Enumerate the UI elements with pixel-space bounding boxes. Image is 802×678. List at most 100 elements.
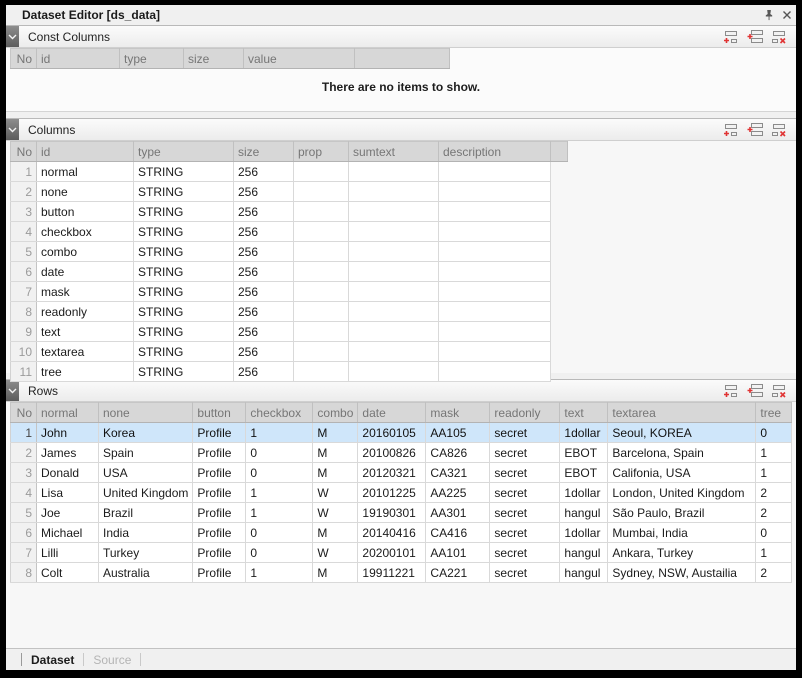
collapse-button[interactable] <box>6 119 19 140</box>
table-row[interactable]: 3DonaldUSAProfile0M20120321CA321secretEB… <box>11 463 792 483</box>
table-cell[interactable]: 1 <box>246 563 313 583</box>
table-cell[interactable]: W <box>313 503 358 523</box>
row-number-cell[interactable]: 7 <box>11 282 37 302</box>
table-cell[interactable]: Profile <box>193 563 246 583</box>
table-row[interactable]: 1JohnKoreaProfile1M20160105AA105secret1d… <box>11 423 792 443</box>
table-cell[interactable]: Korea <box>99 423 193 443</box>
row-number-cell[interactable]: 2 <box>11 182 37 202</box>
delete-row-button[interactable] <box>769 122 788 138</box>
table-cell[interactable]: Brazil <box>99 503 193 523</box>
table-cell[interactable]: 1 <box>756 443 792 463</box>
table-cell[interactable]: 2 <box>756 503 792 523</box>
table-cell[interactable]: STRING <box>134 222 234 242</box>
table-cell[interactable]: 20200101 <box>358 543 426 563</box>
table-cell[interactable]: 1 <box>756 463 792 483</box>
table-cell[interactable]: checkbox <box>37 222 134 242</box>
table-cell[interactable]: 0 <box>246 463 313 483</box>
table-cell[interactable]: 20160105 <box>358 423 426 443</box>
table-cell[interactable]: India <box>99 523 193 543</box>
table-cell[interactable]: secret <box>490 523 560 543</box>
table-cell[interactable]: combo <box>37 242 134 262</box>
table-cell[interactable] <box>294 322 349 342</box>
table-cell[interactable]: tree <box>37 362 134 382</box>
table-cell[interactable]: Lisa <box>37 483 99 503</box>
table-cell[interactable]: M <box>313 463 358 483</box>
row-number-cell[interactable]: 4 <box>11 222 37 242</box>
table-cell[interactable]: 0 <box>756 523 792 543</box>
table-row[interactable]: 2JamesSpainProfile0M20100826CA826secretE… <box>11 443 792 463</box>
table-cell[interactable]: 256 <box>234 362 294 382</box>
table-cell[interactable]: Sydney, NSW, Austailia <box>608 563 756 583</box>
table-cell[interactable] <box>439 282 551 302</box>
table-cell[interactable]: secret <box>490 543 560 563</box>
table-cell[interactable]: 256 <box>234 322 294 342</box>
table-cell[interactable]: London, United Kingdom <box>608 483 756 503</box>
table-cell[interactable]: STRING <box>134 302 234 322</box>
table-cell[interactable]: AA105 <box>426 423 490 443</box>
table-cell[interactable]: 20120321 <box>358 463 426 483</box>
table-cell[interactable]: secret <box>490 443 560 463</box>
table-row[interactable]: 5JoeBrazilProfile1W19190301AA301secretha… <box>11 503 792 523</box>
close-button[interactable] <box>778 7 796 23</box>
table-cell[interactable] <box>439 322 551 342</box>
row-number-cell[interactable]: 6 <box>11 262 37 282</box>
table-cell[interactable]: 256 <box>234 222 294 242</box>
table-cell[interactable]: 20101225 <box>358 483 426 503</box>
table-cell[interactable]: 1dollar <box>560 523 608 543</box>
table-cell[interactable]: secret <box>490 463 560 483</box>
row-number-cell[interactable]: 1 <box>11 423 37 443</box>
table-cell[interactable]: 256 <box>234 182 294 202</box>
table-cell[interactable]: normal <box>37 162 134 182</box>
table-row[interactable]: 1normalSTRING256 <box>11 162 568 182</box>
table-cell[interactable]: Profile <box>193 483 246 503</box>
table-cell[interactable]: M <box>313 423 358 443</box>
table-cell[interactable]: 256 <box>234 242 294 262</box>
table-row[interactable]: 8readonlySTRING256 <box>11 302 568 322</box>
table-cell[interactable] <box>294 262 349 282</box>
table-cell[interactable]: Califonia, USA <box>608 463 756 483</box>
table-cell[interactable]: São Paulo, Brazil <box>608 503 756 523</box>
table-cell[interactable]: 19190301 <box>358 503 426 523</box>
table-cell[interactable]: Seoul, KOREA <box>608 423 756 443</box>
table-cell[interactable] <box>439 162 551 182</box>
table-cell[interactable]: 1 <box>246 503 313 523</box>
table-cell[interactable] <box>439 262 551 282</box>
table-cell[interactable] <box>349 182 439 202</box>
table-cell[interactable]: United Kingdom <box>99 483 193 503</box>
column-header[interactable]: size <box>184 49 244 69</box>
column-header[interactable]: none <box>99 403 193 423</box>
table-cell[interactable] <box>349 162 439 182</box>
tab-dataset[interactable]: Dataset <box>31 653 74 667</box>
column-header[interactable]: value <box>244 49 355 69</box>
table-cell[interactable]: secret <box>490 563 560 583</box>
column-header[interactable]: normal <box>37 403 99 423</box>
table-cell[interactable]: CA321 <box>426 463 490 483</box>
table-cell[interactable]: STRING <box>134 342 234 362</box>
table-cell[interactable]: Donald <box>37 463 99 483</box>
insert-row-button[interactable] <box>745 29 764 45</box>
column-header[interactable]: text <box>560 403 608 423</box>
table-cell[interactable]: Joe <box>37 503 99 523</box>
table-cell[interactable] <box>294 362 349 382</box>
table-row[interactable]: 2noneSTRING256 <box>11 182 568 202</box>
table-cell[interactable]: button <box>37 202 134 222</box>
table-cell[interactable] <box>349 242 439 262</box>
row-number-cell[interactable]: 3 <box>11 463 37 483</box>
table-cell[interactable]: Profile <box>193 543 246 563</box>
table-cell[interactable]: hangul <box>560 543 608 563</box>
row-number-cell[interactable]: 3 <box>11 202 37 222</box>
table-row[interactable]: 4LisaUnited KingdomProfile1W20101225AA22… <box>11 483 792 503</box>
table-cell[interactable]: 256 <box>234 262 294 282</box>
table-cell[interactable] <box>349 282 439 302</box>
row-number-cell[interactable]: 6 <box>11 523 37 543</box>
table-cell[interactable]: James <box>37 443 99 463</box>
table-row[interactable]: 3buttonSTRING256 <box>11 202 568 222</box>
add-row-button[interactable] <box>721 29 740 45</box>
row-number-cell[interactable]: 8 <box>11 563 37 583</box>
table-cell[interactable]: secret <box>490 483 560 503</box>
table-cell[interactable]: 20100826 <box>358 443 426 463</box>
column-header[interactable]: date <box>358 403 426 423</box>
table-cell[interactable]: Profile <box>193 423 246 443</box>
table-cell[interactable]: STRING <box>134 162 234 182</box>
row-number-cell[interactable]: 8 <box>11 302 37 322</box>
